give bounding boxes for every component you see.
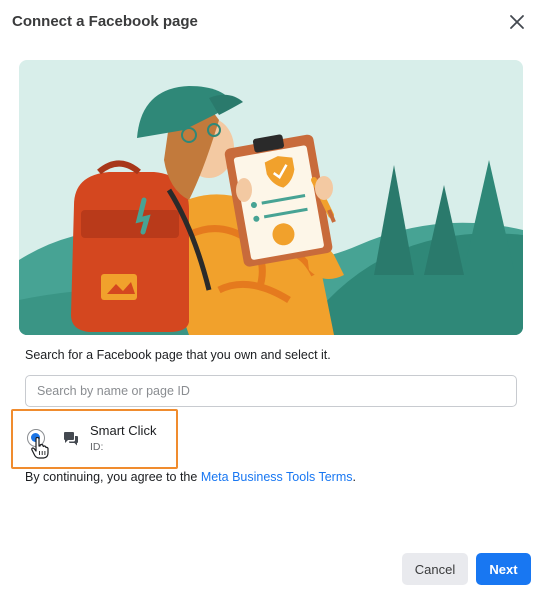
page-id-label: ID: bbox=[90, 441, 104, 453]
cancel-button[interactable]: Cancel bbox=[402, 553, 468, 585]
search-input[interactable] bbox=[25, 375, 517, 407]
close-icon[interactable] bbox=[507, 12, 527, 32]
hero-illustration bbox=[19, 60, 523, 335]
next-button[interactable]: Next bbox=[476, 553, 531, 585]
terms-prefix: By continuing, you agree to the bbox=[25, 470, 201, 484]
terms-link[interactable]: Meta Business Tools Terms bbox=[201, 470, 353, 484]
terms-suffix: . bbox=[352, 470, 356, 484]
messenger-icon bbox=[64, 432, 78, 446]
page-name: Smart Click bbox=[90, 423, 157, 438]
illustration-image bbox=[19, 60, 523, 335]
instruction-text: Search for a Facebook page that you own … bbox=[25, 348, 331, 362]
hand-cursor-icon bbox=[31, 437, 49, 459]
page-result-item[interactable]: Smart Click ID: bbox=[11, 409, 178, 469]
dialog-title: Connect a Facebook page bbox=[12, 13, 198, 30]
dialog-header: Connect a Facebook page bbox=[0, 0, 537, 44]
terms-text: By continuing, you agree to the Meta Bus… bbox=[25, 470, 356, 484]
